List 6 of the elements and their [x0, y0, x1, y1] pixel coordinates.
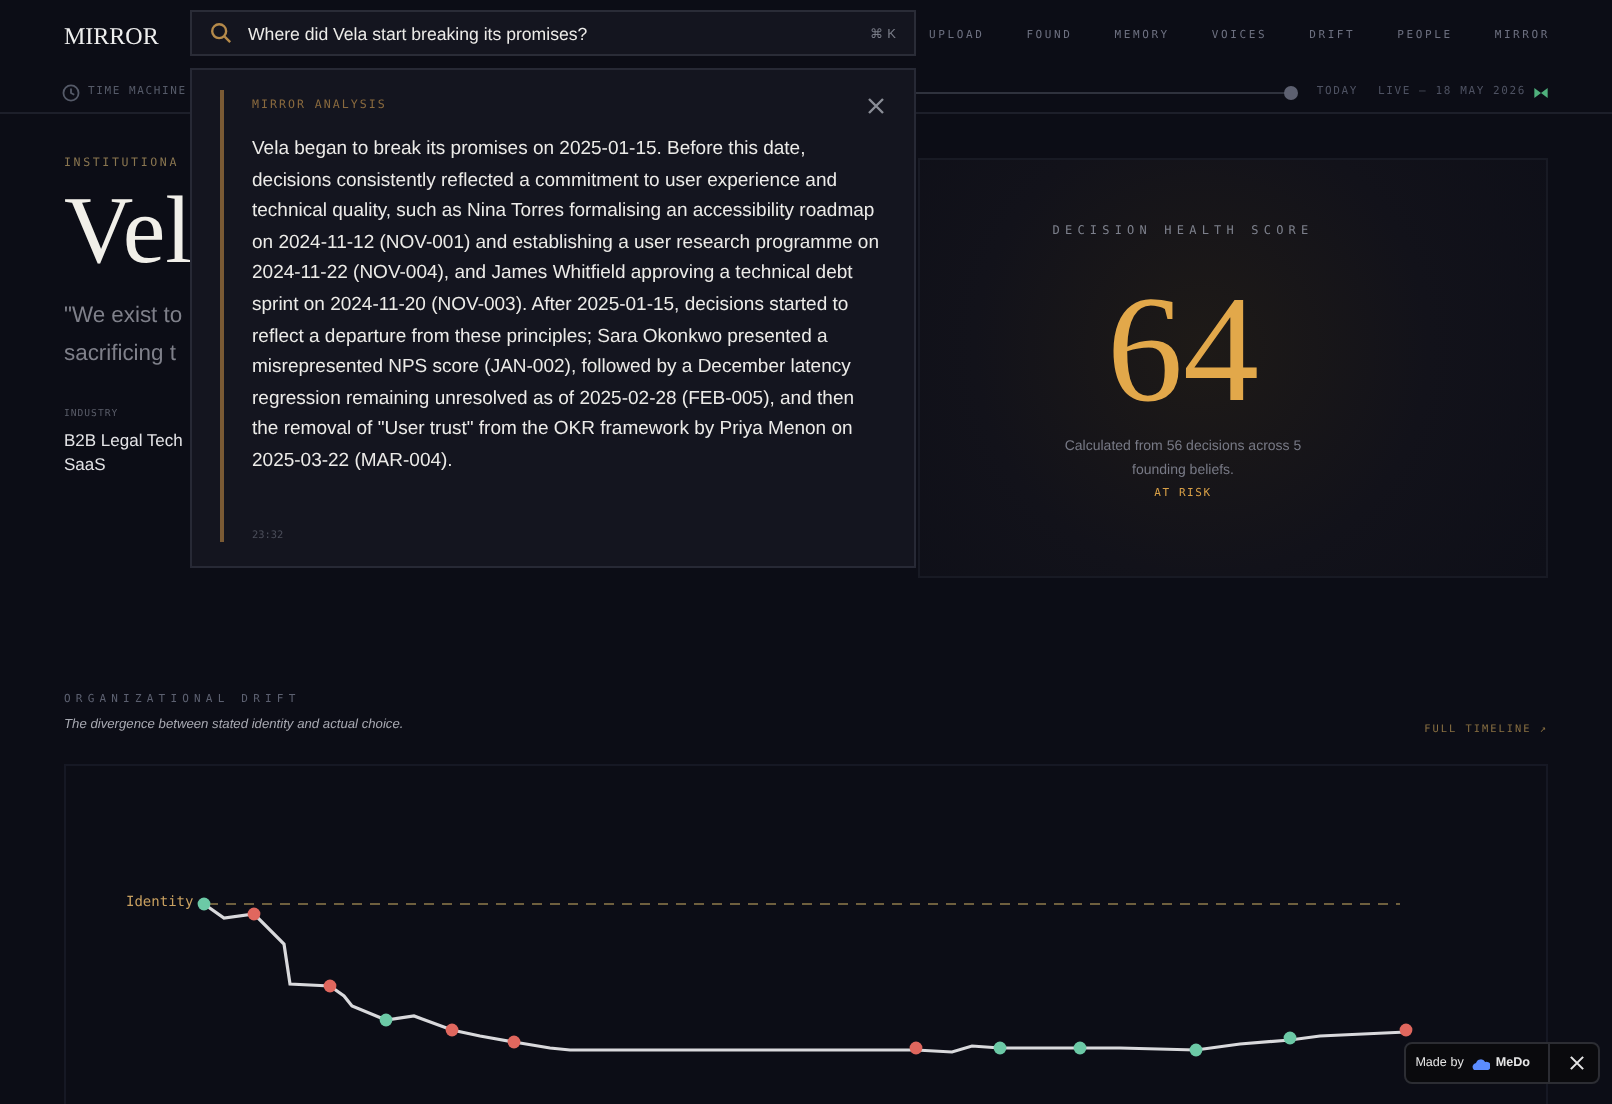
health-score: 64 — [1107, 270, 1259, 430]
analysis-text: Vela began to break its promises on 2025-01-15. Before this date, decisions consistently reflected a commitment to user experience and technical quality, such as Nina Torres formalising an accessibility roadmap on 2024-11-12 (NOV-001) and establishing a user research programme on 2024-11-22 (NOV-004), and James Whitfield approving a technical debt sprint on 2024-11-20 (NOV-003). After 2025-01-15, decisions started to reflect a departure from these principles; Sara Okonkwo presented a misrepresented NPS score (JAN-002), followed by a December latency regression remaining unresolved as of 2025-02-28 (FEB-005), and then the removal of "User trust" from the OKR framework by Priya Menon on 2025-03-22 (MAR-004). — [252, 136, 881, 476]
brand-logo[interactable]: MIRROR — [64, 21, 159, 51]
industry-value: B2B Legal Tech SaaS — [64, 428, 185, 476]
mission-quote: sacrificing t — [64, 340, 178, 370]
mission-quote: "We exist to — [64, 302, 184, 332]
